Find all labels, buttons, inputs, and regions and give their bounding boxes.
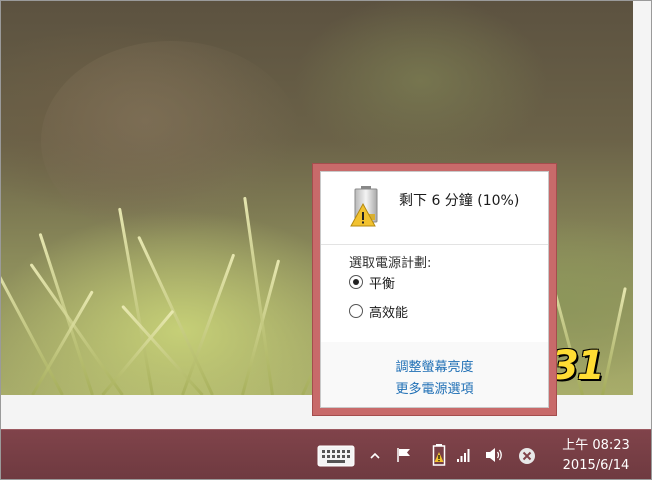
plan-option-balanced[interactable]: 平衡: [349, 271, 395, 293]
radio-button-selected[interactable]: [349, 275, 363, 289]
battery-status-text: 剩下 6 分鐘 (10%): [399, 193, 520, 209]
screen-edge: [633, 1, 651, 401]
wallpaper-rock: [41, 41, 301, 241]
signal-icon[interactable]: [455, 446, 473, 464]
flag-icon[interactable]: [393, 444, 415, 466]
game-logo: 31: [551, 343, 605, 389]
battery-warning-icon[interactable]: [431, 442, 447, 468]
clock-time: 上午 08:23: [562, 438, 630, 453]
more-power-options-link[interactable]: 更多電源選項: [321, 378, 548, 397]
power-flyout-border: 剩下 6 分鐘 (10%) 選取電源計劃: 平衡 高效能 調整螢幕亮度 更多電源…: [312, 163, 557, 416]
radio-button[interactable]: [349, 304, 363, 318]
flyout-footer: 調整螢幕亮度 更多電源選項: [321, 342, 548, 407]
plan-option-high-performance[interactable]: 高效能: [349, 300, 408, 322]
power-plan-label: 選取電源計劃:: [349, 256, 432, 271]
taskbar: 上午 08:23 2015/6/14: [1, 429, 651, 479]
clock-date: 2015/6/14: [562, 458, 630, 473]
keyboard-icon[interactable]: [317, 444, 355, 468]
plan-label-balanced: 平衡: [369, 276, 396, 292]
battery-status-row: 剩下 6 分鐘 (10%): [321, 172, 548, 244]
radio-dot: [353, 279, 359, 285]
plan-label-high-performance: 高效能: [369, 305, 409, 321]
battery-large-icon: [349, 184, 385, 228]
adjust-brightness-link[interactable]: 調整螢幕亮度: [321, 356, 548, 375]
power-flyout: 剩下 6 分鐘 (10%) 選取電源計劃: 平衡 高效能 調整螢幕亮度 更多電源…: [320, 171, 549, 408]
volume-icon[interactable]: [483, 444, 505, 466]
close-circle-icon[interactable]: [517, 446, 537, 466]
divider: [321, 244, 548, 245]
grass-blade: [181, 253, 236, 396]
chevron-up-icon[interactable]: [367, 446, 383, 466]
screenshot-frame: 31 上午 08:23 2015/6/14 剩下 6 分鐘 (10%) 選取電源…: [0, 0, 652, 480]
clock[interactable]: 上午 08:23 2015/6/14: [549, 436, 643, 478]
